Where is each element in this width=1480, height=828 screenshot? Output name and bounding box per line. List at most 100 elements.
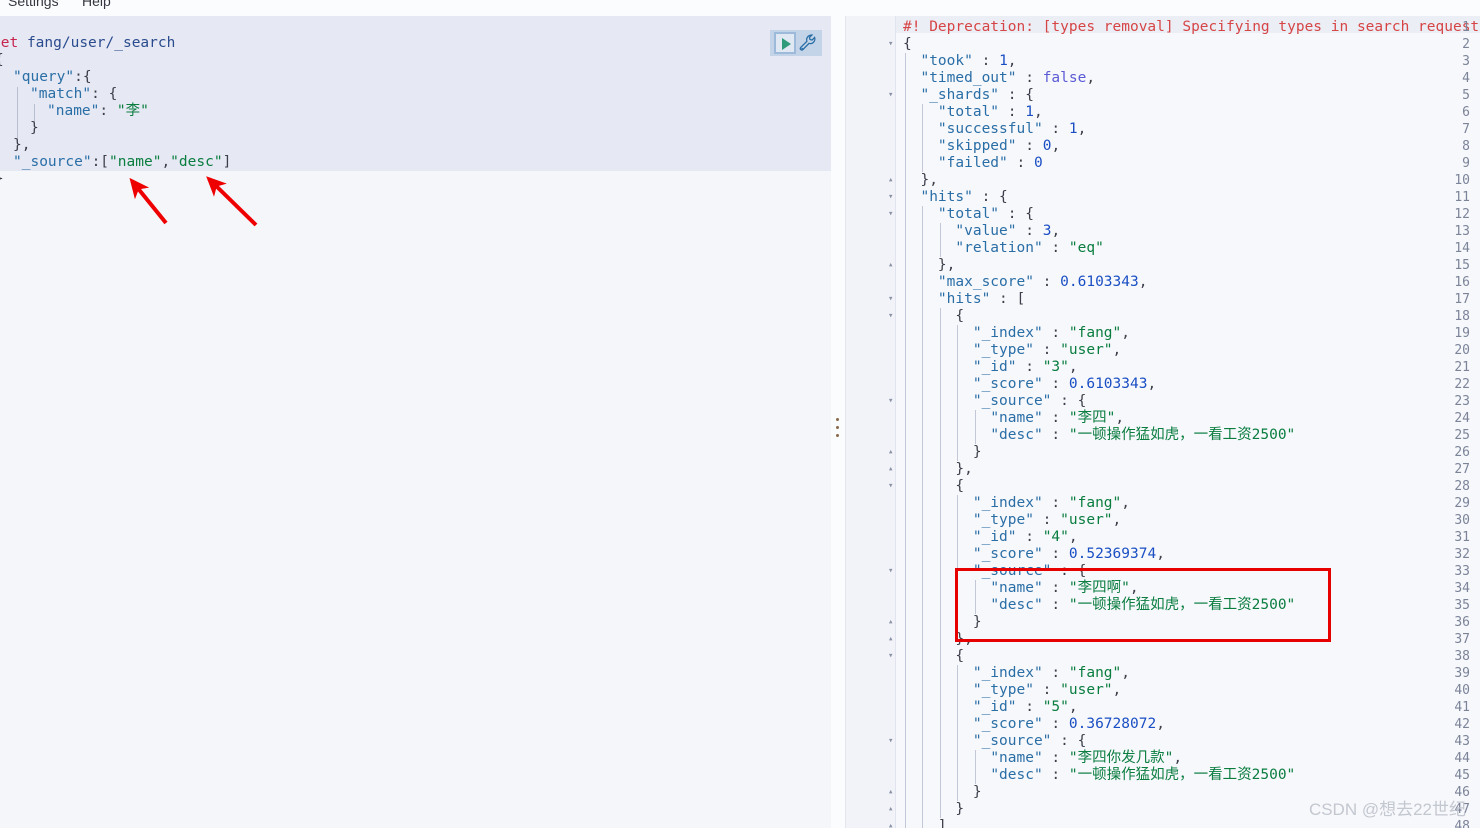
response-code-line[interactable]: "failed" : 0	[903, 155, 1043, 172]
response-code-line[interactable]: ]	[903, 818, 947, 828]
wrench-icon[interactable]	[798, 33, 818, 53]
response-gutter	[846, 16, 896, 828]
code-fold-toggle-icon[interactable]: ▾	[888, 733, 893, 750]
response-code-line[interactable]: "_type" : "user",	[903, 342, 1121, 359]
menu-item-settings[interactable]: Settings	[8, 0, 59, 9]
code-fold-toggle-icon[interactable]: ▾	[888, 36, 893, 53]
response-code-line[interactable]: },	[903, 461, 972, 478]
request-body-line[interactable]: {	[0, 52, 4, 69]
response-code-line[interactable]: "desc" : "一顿操作猛如虎，一看工资2500"	[903, 767, 1295, 784]
response-code-line[interactable]: },	[903, 631, 972, 648]
response-code-line[interactable]: "timed_out" : false,	[903, 70, 1095, 87]
response-code-line[interactable]: {	[903, 648, 964, 665]
response-code-line[interactable]: {	[903, 308, 964, 325]
code-fold-toggle-icon[interactable]: ▴	[888, 172, 893, 189]
request-body-line[interactable]: "_source":["name","desc"]	[0, 154, 231, 171]
code-fold-toggle-icon[interactable]: ▴	[888, 257, 893, 274]
code-fold-toggle-icon[interactable]: ▾	[888, 189, 893, 206]
response-line-number: 15	[1454, 258, 1470, 273]
menu-item-help[interactable]: Help	[82, 0, 111, 9]
response-code-line[interactable]: "name" : "李四啊",	[903, 580, 1138, 597]
response-code-line[interactable]: "total" : {	[903, 206, 1034, 223]
response-code-line[interactable]: {	[903, 36, 912, 53]
request-body-line[interactable]: "name": "李"	[0, 103, 149, 120]
code-fold-toggle-icon[interactable]: ▴	[888, 444, 893, 461]
response-code-line[interactable]: }	[903, 784, 982, 801]
response-code-line[interactable]: "_type" : "user",	[903, 512, 1121, 529]
code-fold-toggle-icon[interactable]: ▴	[888, 784, 893, 801]
request-actions	[770, 30, 822, 56]
response-code-line[interactable]: "successful" : 1,	[903, 121, 1086, 138]
response-pane[interactable]: #! Deprecation: [types removal] Specifyi…	[846, 16, 1480, 828]
response-code-line[interactable]: "_score" : 0.52369374,	[903, 546, 1165, 563]
response-code-line[interactable]: "_index" : "fang",	[903, 495, 1130, 512]
request-body-line[interactable]: }	[0, 120, 39, 137]
response-code-line[interactable]: "desc" : "一顿操作猛如虎，一看工资2500"	[903, 597, 1295, 614]
code-fold-toggle-icon[interactable]: ▾	[888, 308, 893, 325]
response-line-number: 6	[1462, 105, 1470, 120]
code-fold-toggle-icon[interactable]: ▴	[888, 801, 893, 818]
pane-divider[interactable]	[831, 16, 846, 828]
response-code-line[interactable]: "took" : 1,	[903, 53, 1016, 70]
grip-dot	[836, 434, 839, 437]
response-code-line[interactable]: "desc" : "一顿操作猛如虎，一看工资2500"	[903, 427, 1295, 444]
code-fold-toggle-icon[interactable]: ▾	[888, 206, 893, 223]
response-line-number: 42	[1454, 717, 1470, 732]
response-code-line[interactable]: "_source" : {	[903, 733, 1087, 750]
response-code-line[interactable]: "max_score" : 0.6103343,	[903, 274, 1148, 291]
response-code-line[interactable]: "_index" : "fang",	[903, 325, 1130, 342]
response-code-line[interactable]: "_score" : 0.36728072,	[903, 716, 1165, 733]
code-fold-toggle-icon[interactable]: ▾	[888, 648, 893, 665]
response-code-line[interactable]: "_index" : "fang",	[903, 665, 1130, 682]
response-code-line[interactable]: "name" : "李四你发几款",	[903, 750, 1182, 767]
request-body-line[interactable]: },	[0, 137, 30, 154]
query-close: },	[13, 137, 31, 153]
response-code-line[interactable]: "_score" : 0.6103343,	[903, 376, 1156, 393]
code-fold-toggle-icon[interactable]: ▾	[888, 478, 893, 495]
menubar: Settings Help	[0, 0, 1480, 16]
response-code-line[interactable]: "_source" : {	[903, 393, 1087, 410]
response-line-number: 10	[1454, 173, 1470, 188]
response-line-number: 18	[1454, 309, 1470, 324]
code-fold-toggle-icon[interactable]: ▴	[888, 614, 893, 631]
response-code-line[interactable]: }	[903, 801, 964, 818]
code-fold-toggle-icon[interactable]: ▾	[888, 393, 893, 410]
response-code-line[interactable]: "relation" : "eq"	[903, 240, 1103, 257]
response-code-line[interactable]: {	[903, 478, 964, 495]
request-body-line[interactable]: "match": {	[0, 86, 117, 103]
response-code-line[interactable]: "name" : "李四",	[903, 410, 1124, 427]
response-code-line[interactable]: "_id" : "4",	[903, 529, 1078, 546]
response-code-line[interactable]: "hits" : [	[903, 291, 1025, 308]
response-code-line[interactable]: },	[903, 172, 937, 189]
request-body-line[interactable]: "query":{	[0, 69, 92, 86]
response-code-line[interactable]: "_id" : "3",	[903, 359, 1078, 376]
request-body-line[interactable]: }	[0, 171, 4, 188]
play-icon[interactable]	[774, 32, 796, 54]
code-fold-toggle-icon[interactable]: ▾	[888, 563, 893, 580]
code-fold-toggle-icon[interactable]: ▾	[888, 87, 893, 104]
code-fold-toggle-icon[interactable]: ▴	[888, 461, 893, 478]
request-method-line[interactable]: get fang/user/_search	[0, 35, 175, 52]
response-code-line[interactable]: }	[903, 444, 982, 461]
name-punct: :	[99, 103, 117, 119]
response-code-line[interactable]: "_id" : "5",	[903, 699, 1078, 716]
response-code-line[interactable]: #! Deprecation: [types removal] Specifyi…	[903, 19, 1480, 36]
response-code-line[interactable]: "_source" : {	[903, 563, 1087, 580]
response-code-line[interactable]: }	[903, 614, 982, 631]
code-fold-toggle-icon[interactable]: ▴	[888, 818, 893, 828]
code-fold-toggle-icon[interactable]: ▾	[888, 291, 893, 308]
response-code-line[interactable]: "hits" : {	[903, 189, 1007, 206]
request-pane[interactable]: get fang/user/_search { "query":{ "match…	[0, 16, 831, 828]
annotation-arrow-right	[206, 176, 258, 227]
divider-grip-icon[interactable]	[836, 418, 840, 446]
response-code-line[interactable]: "_type" : "user",	[903, 682, 1121, 699]
response-code-line[interactable]: "_shards" : {	[903, 87, 1034, 104]
response-code-line[interactable]: "value" : 3,	[903, 223, 1060, 240]
response-code-line[interactable]: },	[903, 257, 955, 274]
annotation-arrow-left	[129, 177, 168, 225]
code-fold-toggle-icon[interactable]: ▴	[888, 631, 893, 648]
response-line-number: 19	[1454, 326, 1470, 341]
request-editor[interactable]: get fang/user/_search { "query":{ "match…	[0, 16, 831, 187]
response-code-line[interactable]: "skipped" : 0,	[903, 138, 1060, 155]
response-code-line[interactable]: "total" : 1,	[903, 104, 1043, 121]
